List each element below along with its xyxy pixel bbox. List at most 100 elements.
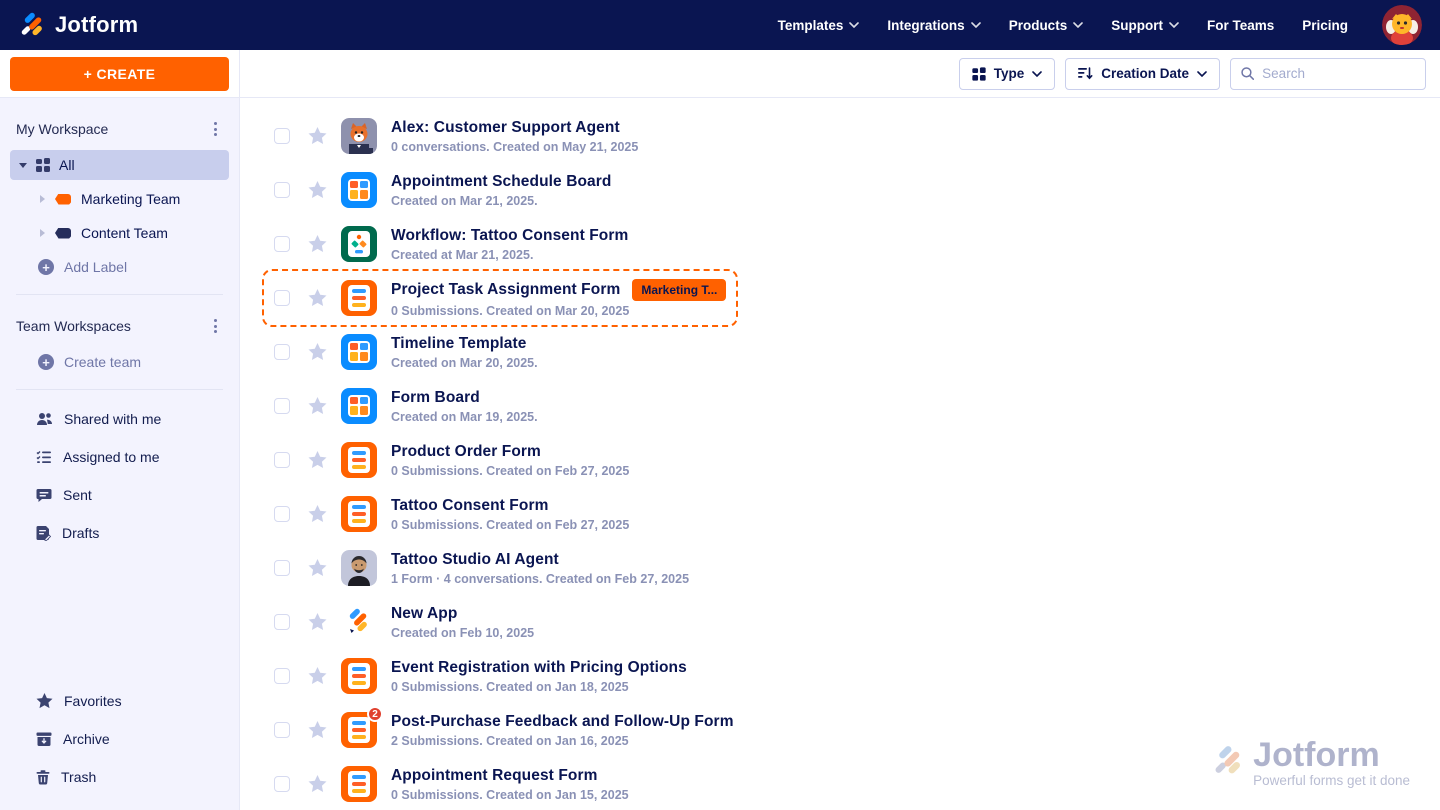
item-title[interactable]: Appointment Request Form xyxy=(391,767,597,785)
create-button[interactable]: + CREATE xyxy=(10,57,229,91)
search-input[interactable] xyxy=(1262,66,1415,81)
row-checkbox[interactable] xyxy=(274,560,290,576)
nav-templates[interactable]: Templates xyxy=(778,18,860,33)
item-title[interactable]: Project Task Assignment Form xyxy=(391,281,620,299)
caret-down-icon[interactable] xyxy=(19,163,27,168)
item-title[interactable]: Workflow: Tattoo Consent Form xyxy=(391,227,628,245)
jotform-logo[interactable]: Jotform xyxy=(18,11,138,39)
item-title[interactable]: Event Registration with Pricing Options xyxy=(391,659,687,677)
sidebar-item-assigned-to-me[interactable]: Assigned to me xyxy=(0,438,239,476)
sidebar-item-archive[interactable]: Archive xyxy=(0,720,239,758)
sort-button[interactable]: Creation Date xyxy=(1065,58,1220,90)
row-checkbox[interactable] xyxy=(274,614,290,630)
list-item[interactable]: Appointment Request Form0 Submissions. C… xyxy=(274,762,629,806)
sidebar-item-shared-with-me[interactable]: Shared with me xyxy=(0,400,239,438)
form-icon xyxy=(341,442,377,478)
item-subtitle: Created on Mar 20, 2025. xyxy=(391,356,538,370)
favorite-star-icon[interactable] xyxy=(308,451,327,469)
list-item[interactable]: Tattoo Consent Form0 Submissions. Create… xyxy=(274,492,629,536)
nav-pricing[interactable]: Pricing xyxy=(1302,18,1348,33)
search-icon xyxy=(1241,66,1254,81)
app-icon xyxy=(341,607,377,637)
nav-for-teams[interactable]: For Teams xyxy=(1207,18,1274,33)
list-item[interactable]: Tattoo Studio AI Agent1 Form · 4 convers… xyxy=(274,546,689,590)
list-item[interactable]: Workflow: Tattoo Consent Form Created at … xyxy=(274,222,628,266)
row-checkbox[interactable] xyxy=(274,776,290,792)
chevron-down-icon xyxy=(1073,22,1083,28)
favorite-star-icon[interactable] xyxy=(308,289,327,307)
row-checkbox[interactable] xyxy=(274,452,290,468)
row-text: Appointment Request Form0 Submissions. C… xyxy=(391,767,629,802)
sidebar-spacer xyxy=(0,552,239,682)
row-checkbox[interactable] xyxy=(274,182,290,198)
sidebar-item-all[interactable]: All xyxy=(10,150,229,180)
list-item[interactable]: Appointment Schedule BoardCreated on Mar… xyxy=(274,168,611,212)
user-avatar[interactable] xyxy=(1382,5,1422,45)
row-checkbox[interactable] xyxy=(274,398,290,414)
list-item[interactable]: 2Post-Purchase Feedback and Follow-Up Fo… xyxy=(274,708,734,752)
favorite-star-icon[interactable] xyxy=(308,181,327,199)
favorite-star-icon[interactable] xyxy=(308,505,327,523)
photo-agent-avatar xyxy=(341,550,377,586)
favorite-star-icon[interactable] xyxy=(308,775,327,793)
row-checkbox[interactable] xyxy=(274,722,290,738)
item-title[interactable]: Form Board xyxy=(391,389,480,407)
sidebar-item-favorites[interactable]: Favorites xyxy=(0,682,239,720)
row-checkbox[interactable] xyxy=(274,344,290,360)
row-text: Tattoo Studio AI Agent1 Form · 4 convers… xyxy=(391,551,689,586)
sidebar-item-trash[interactable]: Trash xyxy=(0,758,239,796)
favorite-star-icon[interactable] xyxy=(308,397,327,415)
favorite-star-icon[interactable] xyxy=(308,127,327,145)
item-title[interactable]: Alex: Customer Support Agent xyxy=(391,119,620,137)
sidebar-item-drafts[interactable]: Drafts xyxy=(0,514,239,552)
sidebar-item-marketing-team[interactable]: Marketing Team xyxy=(0,182,239,216)
item-title[interactable]: Post-Purchase Feedback and Follow-Up For… xyxy=(391,713,734,731)
row-checkbox[interactable] xyxy=(274,290,290,306)
row-checkbox[interactable] xyxy=(274,236,290,252)
trash-icon xyxy=(36,770,50,785)
item-title[interactable]: New App xyxy=(391,605,457,623)
top-navbar: Jotform Templates Integrations Products … xyxy=(0,0,1440,50)
item-subtitle: Created at Mar 21, 2025. xyxy=(391,248,628,262)
type-filter-button[interactable]: Type xyxy=(959,58,1056,90)
nav-support[interactable]: Support xyxy=(1111,18,1179,33)
item-title[interactable]: Tattoo Studio AI Agent xyxy=(391,551,559,569)
add-label-button[interactable]: + Add Label xyxy=(0,250,239,284)
favorite-star-icon[interactable] xyxy=(308,343,327,361)
nav-integrations[interactable]: Integrations xyxy=(887,18,980,33)
caret-right-icon[interactable] xyxy=(40,195,45,203)
row-checkbox[interactable] xyxy=(274,668,290,684)
favorite-star-icon[interactable] xyxy=(308,559,327,577)
row-checkbox[interactable] xyxy=(274,506,290,522)
favorite-star-icon[interactable] xyxy=(308,667,327,685)
caret-right-icon[interactable] xyxy=(40,229,45,237)
create-team-button[interactable]: + Create team xyxy=(0,345,239,379)
sidebar-item-sent[interactable]: Sent xyxy=(0,476,239,514)
label-badge[interactable]: Marketing T... xyxy=(632,279,726,301)
list-item[interactable]: Event Registration with Pricing Options0… xyxy=(274,654,687,698)
sidebar-item-content-team[interactable]: Content Team xyxy=(0,216,239,250)
item-title[interactable]: Appointment Schedule Board xyxy=(391,173,611,191)
team-workspaces-header: Team Workspaces xyxy=(0,305,239,345)
item-title[interactable]: Timeline Template xyxy=(391,335,527,353)
sidebar-item-label: Shared with me xyxy=(64,411,161,427)
message-icon xyxy=(36,488,52,503)
item-title[interactable]: Product Order Form xyxy=(391,443,541,461)
favorite-star-icon[interactable] xyxy=(308,235,327,253)
board-icon xyxy=(341,334,377,370)
list-item[interactable]: Timeline Template Created on Mar 20, 2025… xyxy=(274,330,538,374)
my-workspace-menu-icon[interactable] xyxy=(208,118,223,140)
row-checkbox[interactable] xyxy=(274,128,290,144)
list-item[interactable]: Project Task Assignment Form Marketing T.… xyxy=(274,276,726,320)
favorite-star-icon[interactable] xyxy=(308,613,327,631)
team-workspaces-menu-icon[interactable] xyxy=(208,315,223,337)
list-item[interactable]: Form BoardCreated on Mar 19, 2025. xyxy=(274,384,538,428)
board-icon xyxy=(341,388,377,424)
list-item[interactable]: New AppCreated on Feb 10, 2025 xyxy=(274,600,534,644)
nav-products[interactable]: Products xyxy=(1009,18,1084,33)
list-item[interactable]: Alex: Customer Support Agent0 conversati… xyxy=(274,114,638,158)
item-title[interactable]: Tattoo Consent Form xyxy=(391,497,548,515)
favorite-star-icon[interactable] xyxy=(308,721,327,739)
sidebar-item-label: All xyxy=(59,157,75,173)
list-item[interactable]: Product Order Form0 Submissions. Created… xyxy=(274,438,629,482)
